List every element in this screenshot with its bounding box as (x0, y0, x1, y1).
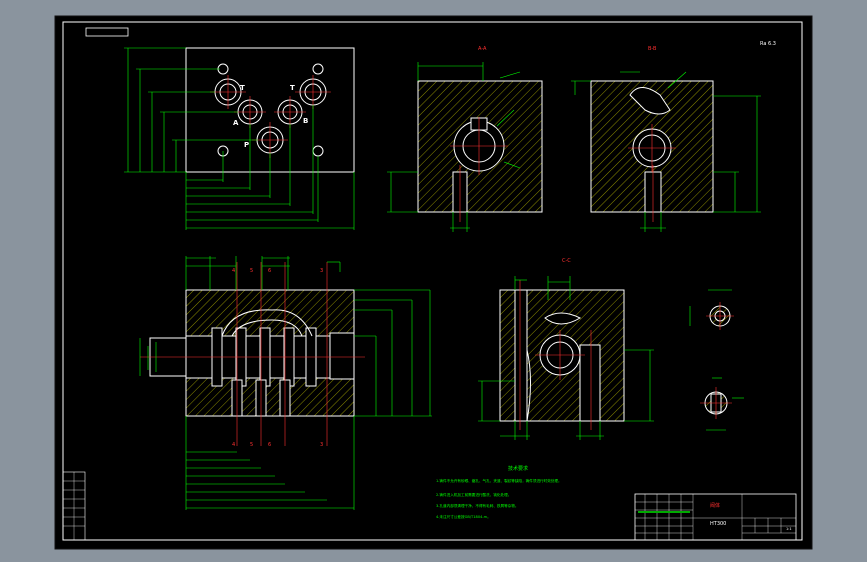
front-marker-4: 3 (320, 268, 323, 274)
bottom-marker-2: 5 (250, 442, 253, 448)
port-label-b: B (303, 117, 308, 125)
drawing-svg: Ra 6.3 T T A B P A-A B-B 4 5 6 3 4 5 6 3… (54, 15, 813, 550)
part-name: 阀体 (710, 502, 720, 509)
tech-req-line-1: 1.铸件不允许有砂眼、缩孔、气孔、夹渣、裂纹等缺陷，铸件须进行时效处理。 (436, 478, 562, 483)
bottom-marker-4: 3 (320, 442, 323, 448)
port-label-t-left: T (240, 84, 245, 92)
section-bb-label: B-B (648, 46, 657, 52)
tech-req-line-3: 3.孔道内部须清理干净，不得有毛刺、铁屑等杂物。 (436, 503, 519, 508)
roughness-note: Ra 6.3 (760, 41, 776, 47)
front-marker-2: 5 (250, 268, 253, 274)
section-aa-label: A-A (478, 46, 487, 52)
front-marker-3: 6 (268, 268, 271, 274)
front-marker-1: 4 (232, 268, 235, 274)
section-cc-label: C-C (562, 258, 571, 264)
port-label-a: A (233, 119, 239, 127)
tech-req-line-4: 4.未注尺寸公差按GB/T1804-m。 (436, 514, 491, 519)
part-material: HT300 (710, 521, 726, 527)
port-label-t-right: T (290, 84, 295, 92)
tech-req-title: 技术要求 (508, 465, 528, 472)
port-label-p: P (244, 141, 249, 149)
sheet-scale: 1:1 (786, 527, 792, 531)
bottom-marker-3: 6 (268, 442, 271, 448)
cad-drawing-canvas[interactable]: Ra 6.3 T T A B P A-A B-B 4 5 6 3 4 5 6 3… (0, 0, 867, 562)
tech-req-line-2: 2.铸件进入机加工前需要进行酸洗、钝化处理。 (436, 492, 511, 497)
bottom-marker-1: 4 (232, 442, 235, 448)
